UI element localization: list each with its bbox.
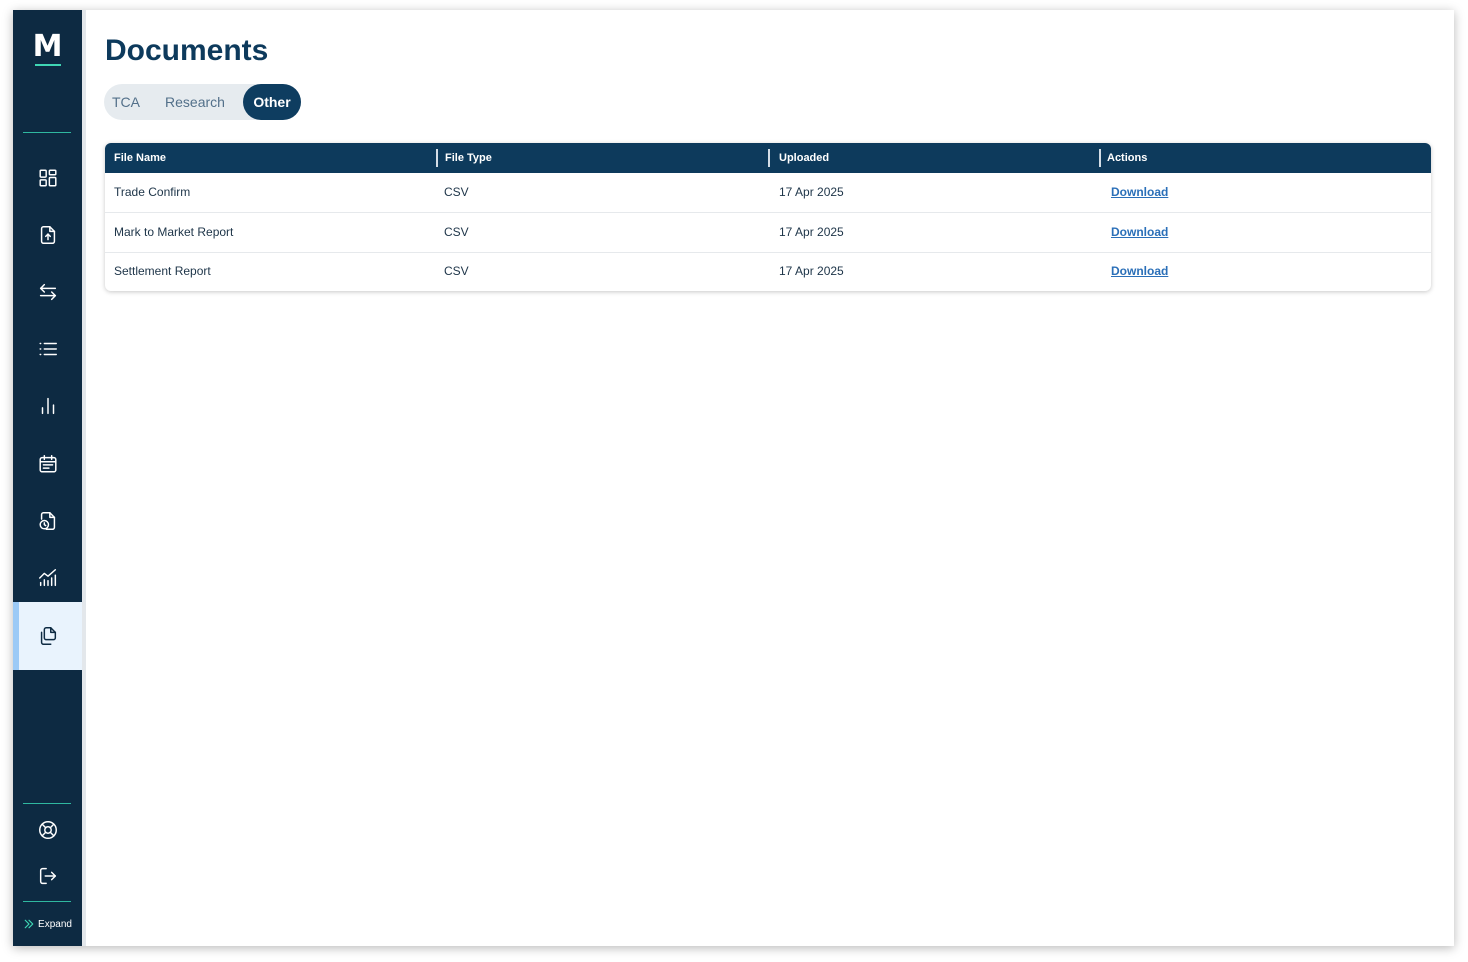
column-header-file-name[interactable]: File Name [114,143,166,173]
lifebuoy-support-icon [38,821,57,839]
cell-actions: Download [1111,213,1168,252]
sidebar-item-dashboard[interactable] [13,150,82,206]
table-row: Trade Confirm CSV 17 Apr 2025 Download [105,173,1431,213]
double-chevron-right-icon [24,919,34,929]
sidebar-item-history[interactable] [13,493,82,549]
column-resize-handle[interactable] [436,149,438,167]
logout-icon [39,867,56,885]
expand-sidebar-button[interactable]: Expand [13,914,82,934]
file-clock-icon [38,512,55,530]
calendar-icon [38,455,57,473]
cell-file-type: CSV [444,264,469,278]
trend-chart-icon [38,569,56,587]
cell-file-type: CSV [444,225,469,239]
cell-uploaded: 17 Apr 2025 [779,185,844,199]
sidebar-item-analytics[interactable] [13,378,82,434]
sidebar-item-logout[interactable] [13,848,82,904]
cell-file-type: CSV [444,185,469,199]
cell-actions: Download [1111,252,1168,291]
table-row: Mark to Market Report CSV 17 Apr 2025 Do… [105,213,1431,253]
table-header: File Name File Type Uploaded Actions [105,143,1431,173]
sidebar-item-calendar[interactable] [13,436,82,492]
sidebar-item-documents[interactable] [13,602,82,670]
tab-tca[interactable]: TCA [104,84,148,120]
file-upload-icon [40,226,55,244]
column-header-file-type[interactable]: File Type [445,143,492,173]
sidebar-item-list[interactable] [13,321,82,377]
logo-underline [35,64,61,66]
download-link[interactable]: Download [1111,264,1168,278]
sidebar-edge [82,10,86,946]
cell-uploaded: 17 Apr 2025 [779,264,844,278]
page-title: Documents [105,34,269,67]
documents-table: File Name File Type Uploaded Actions Tra… [105,143,1431,291]
bar-chart-icon [41,397,54,415]
download-link[interactable]: Download [1111,185,1168,199]
sidebar: M Expand [13,10,82,946]
cell-actions: Download [1111,173,1168,212]
tab-research[interactable]: Research [160,84,230,120]
table-row: Settlement Report CSV 17 Apr 2025 Downlo… [105,252,1431,291]
sidebar-divider-top [23,132,71,133]
sidebar-divider-expand [23,901,71,902]
sidebar-item-upload[interactable] [13,207,82,263]
download-link[interactable]: Download [1111,225,1168,239]
list-icon [38,342,57,356]
transfer-arrows-icon [39,283,56,301]
cell-file-name: Mark to Market Report [114,225,234,239]
column-resize-handle[interactable] [1099,149,1101,167]
brand-logo[interactable]: M [13,32,82,62]
tab-other[interactable]: Other [243,84,301,120]
column-resize-handle[interactable] [768,149,770,167]
cell-file-name: Settlement Report [114,264,211,278]
cell-file-name: Trade Confirm [114,185,191,199]
dashboard-grid-icon [38,169,57,187]
documents-copy-icon [40,627,56,645]
app-window: M Expand Documents TCA Research Other Fi… [13,10,1454,946]
column-header-uploaded[interactable]: Uploaded [779,143,829,173]
sidebar-item-performance[interactable] [13,550,82,606]
sidebar-item-transfers[interactable] [13,264,82,320]
document-tabs: TCA Research Other [104,84,301,120]
expand-label: Expand [38,918,72,930]
cell-uploaded: 17 Apr 2025 [779,225,844,239]
column-header-actions[interactable]: Actions [1107,143,1147,173]
